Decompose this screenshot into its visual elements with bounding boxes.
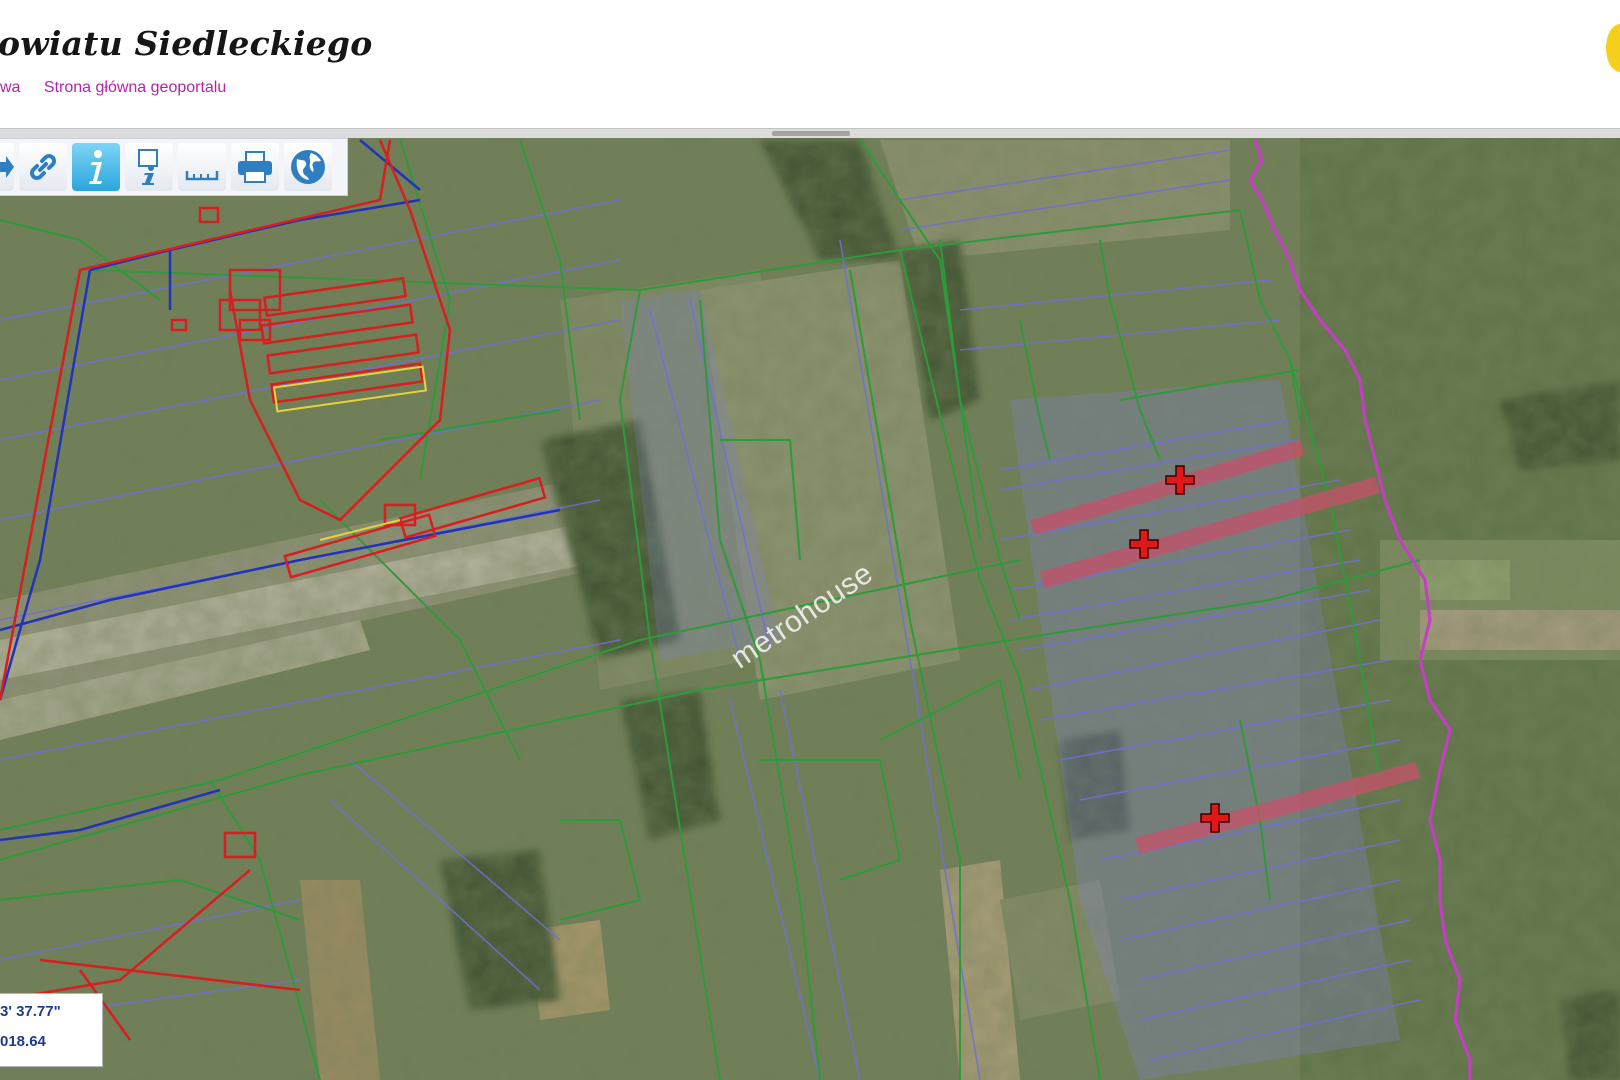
coordinates-readout: 3' 37.77" 018.64 xyxy=(0,993,103,1067)
panel-splitter[interactable] xyxy=(0,128,1620,138)
tool-print[interactable] xyxy=(231,143,279,191)
tool-info-document[interactable] xyxy=(125,143,173,191)
coordinates-line-2: 018.64 xyxy=(0,1033,46,1050)
plot-marker-icon[interactable] xyxy=(1128,528,1160,560)
link-icon xyxy=(30,154,56,180)
print-icon xyxy=(238,151,272,183)
measure-ruler-icon xyxy=(185,171,219,181)
map-view[interactable]: metrohouse xyxy=(0,138,1620,1080)
tool-globe[interactable] xyxy=(284,143,332,191)
splitter-grip-handle[interactable] xyxy=(772,131,850,136)
tool-measure[interactable] xyxy=(178,143,226,191)
coordinates-line-1: 3' 37.77" xyxy=(0,1003,61,1020)
info-icon xyxy=(89,150,102,184)
info-document-icon xyxy=(138,149,158,185)
page-title: owiatu Siedleckiego xyxy=(0,24,373,63)
plot-marker-icon[interactable] xyxy=(1199,802,1231,834)
map-toolbar xyxy=(0,138,348,196)
nav-link-partial[interactable]: wa xyxy=(0,79,20,96)
pan-arrow-icon xyxy=(0,156,14,178)
header-nav: wa Strona główna geoportalu xyxy=(0,79,245,97)
tool-link[interactable] xyxy=(19,143,67,191)
logo-icon xyxy=(1606,24,1620,72)
plot-marker-icon[interactable] xyxy=(1164,464,1196,496)
app-header: owiatu Siedleckiego wa Strona główna geo… xyxy=(0,0,1620,136)
globe-icon xyxy=(291,150,325,184)
tool-pan[interactable] xyxy=(0,143,14,191)
nav-link-geoportal-home[interactable]: Strona główna geoportalu xyxy=(44,79,226,96)
tool-info[interactable] xyxy=(72,143,120,191)
